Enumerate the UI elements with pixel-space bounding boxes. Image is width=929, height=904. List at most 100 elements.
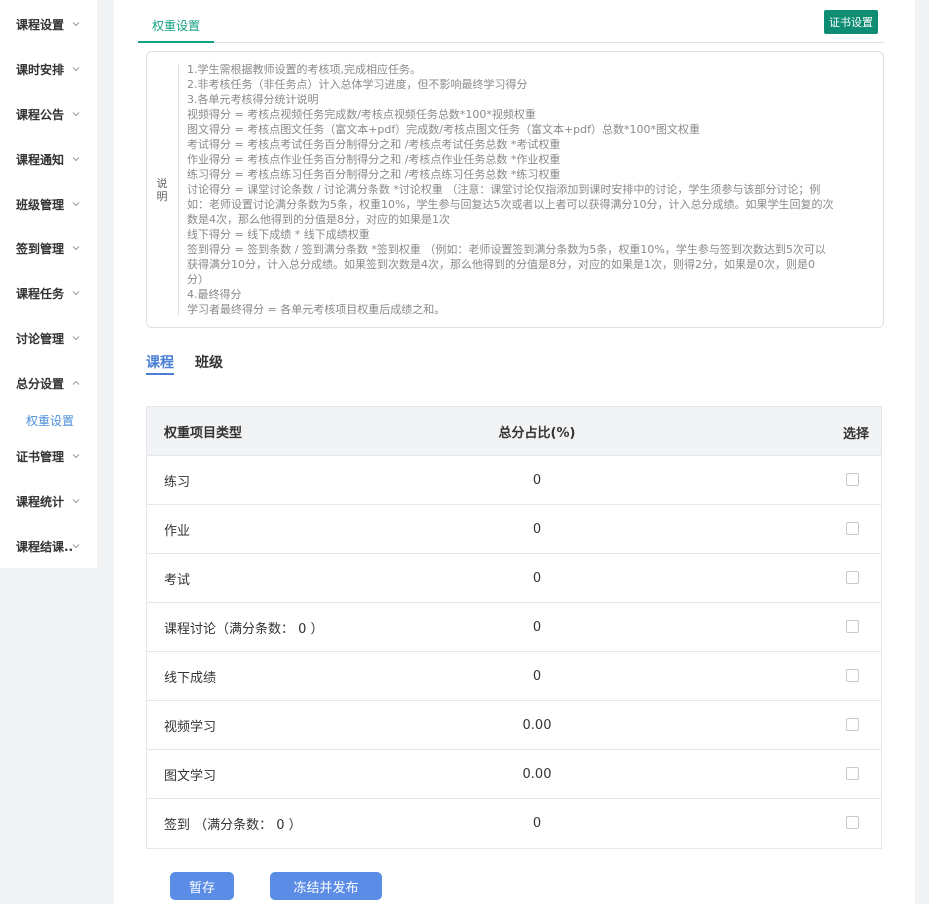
table-row: 课程讨论（满分条数： 0 ） 0 (147, 603, 881, 652)
row-ratio: 0 (532, 570, 542, 586)
row-checkbox[interactable] (846, 767, 859, 780)
description-line: 讨论得分 = 课堂讨论条数 / 讨论满分条数 *讨论权重 （注意：课堂讨论仅指添… (187, 183, 821, 196)
table-row: 线下成绩 0 (147, 652, 881, 701)
chevron-down-icon (72, 202, 80, 207)
sidebar-item-label: 课程通知 (16, 152, 65, 167)
row-checkbox[interactable] (846, 816, 859, 829)
description-line: 如：老师设置讨论满分条数为5条，权重10%，学生参与回复达5次或者以上者可以获得… (187, 198, 834, 211)
sidebar-item-certificate[interactable]: 证书管理 (0, 441, 97, 471)
sidebar-item-label: 讨论管理 (16, 331, 65, 346)
table-row: 考试 0 (147, 554, 881, 603)
description-line: 线下得分 = 线下成绩 * 线下成绩权重 (187, 228, 370, 241)
row-ratio: 0 (532, 668, 542, 684)
chevron-down-icon (72, 22, 80, 27)
tab-course[interactable]: 课程 (146, 352, 174, 375)
tab-bar: 权重设置 (138, 10, 884, 43)
row-checkbox[interactable] (846, 522, 859, 535)
sidebar-item-schedule[interactable]: 课时安排 (0, 54, 97, 84)
sidebar-item-label: 课程任务 (16, 286, 65, 301)
sidebar-item-notification[interactable]: 课程通知 (0, 144, 97, 174)
sidebar-item-class-management[interactable]: 班级管理 (0, 189, 97, 219)
sidebar-item-statistics[interactable]: 课程统计 (0, 486, 97, 516)
row-type: 课程讨论（满分条数： 0 ） (164, 621, 324, 637)
row-ratio: 0 (532, 619, 542, 635)
sidebar-item-label: 总分设置 (16, 376, 65, 391)
sidebar-item-label: 课程公告 (16, 107, 65, 122)
divider (178, 65, 179, 316)
row-type: 签到 （满分条数： 0 ） (164, 818, 302, 833)
select-cell (637, 554, 881, 602)
sidebar-item-label: 课程结课... (16, 539, 72, 554)
sidebar-item-label: 签到管理 (16, 241, 65, 256)
sidebar-item-label: 课程统计 (16, 494, 65, 509)
table-row: 签到 （满分条数： 0 ） 0 (147, 799, 881, 848)
row-ratio: 0.00 (522, 766, 552, 782)
sidebar-item-course-completion[interactable]: 课程结课... (0, 531, 97, 561)
tab-class[interactable]: 班级 (195, 352, 223, 372)
chevron-down-icon (72, 499, 80, 504)
chevron-down-icon (72, 291, 80, 296)
save-draft-button[interactable]: 暂存 (170, 872, 234, 900)
sidebar: 课程设置 课时安排 课程公告 课程通知 班级管理 签到管理 课程任务 讨论管理 … (0, 0, 97, 568)
description-line: 分） (187, 273, 209, 286)
sidebar-item-label: 课时安排 (16, 62, 65, 77)
sidebar-item-discussion[interactable]: 讨论管理 (0, 323, 97, 353)
sidebar-subitem-weight-settings[interactable]: 权重设置 (26, 412, 74, 429)
description-line: 作业得分 = 考核点作业任务百分制得分之和 /考核点作业任务总数 *作业权重 (187, 153, 561, 166)
header-select: 选择 (842, 427, 869, 442)
select-cell (637, 750, 881, 798)
chevron-down-icon (72, 336, 80, 341)
row-ratio: 0 (532, 521, 542, 537)
description-box: 说明 1.学生需根据教师设置的考核项,完成相应任务。 2.非考核任务（非任务点）… (146, 51, 884, 328)
chevron-down-icon (72, 112, 80, 117)
sidebar-item-announcement[interactable]: 课程公告 (0, 99, 97, 129)
select-cell (637, 799, 881, 848)
row-checkbox[interactable] (846, 473, 859, 486)
header-ratio: 总分占比(%) (498, 425, 576, 441)
description-label: 说明 (156, 177, 168, 203)
description-line: 练习得分 = 考核点练习任务百分制得分之和 /考核点练习任务总数 *练习权重 (187, 168, 561, 181)
row-checkbox[interactable] (846, 620, 859, 633)
select-cell (637, 652, 881, 700)
description-line: 3.各单元考核得分统计说明 (187, 93, 319, 106)
description-text: 1.学生需根据教师设置的考核项,完成相应任务。 2.非考核任务（非任务点）计入总… (187, 62, 847, 317)
main-panel: 权重设置 证书设置 说明 1.学生需根据教师设置的考核项,完成相应任务。 2.非… (114, 0, 915, 904)
row-checkbox[interactable] (846, 571, 859, 584)
description-line: 4.最终得分 (187, 288, 242, 301)
tab-weight-settings[interactable]: 权重设置 (138, 10, 214, 43)
sidebar-item-score-settings[interactable]: 总分设置 (0, 368, 97, 398)
description-line: 获得满分10分，计入总分成绩。如果签到次数是4次，那么他得到的分值是8分，对应的… (187, 258, 815, 271)
row-type: 作业 (164, 523, 191, 539)
row-type: 图文学习 (164, 768, 217, 784)
weight-table: 权重项目类型 总分占比(%) 选择 练习 0 作业 0 考试 0 课程讨论（满分… (146, 406, 882, 849)
sidebar-item-course-settings[interactable]: 课程设置 (0, 9, 97, 39)
description-line: 2.非考核任务（非任务点）计入总体学习进度，但不影响最终学习得分 (187, 78, 528, 91)
row-type: 练习 (164, 474, 191, 490)
description-line: 数是4次，那么他得到的分值是8分，对应的如果是1次 (187, 213, 450, 226)
chevron-down-icon (72, 157, 80, 162)
table-row: 作业 0 (147, 505, 881, 554)
description-line: 考试得分 = 考核点考试任务百分制得分之和 /考核点考试任务总数 *考试权重 (187, 138, 561, 151)
description-line: 图文得分 = 考核点图文任务（富文本+pdf）完成数/考核点图文任务（富文本+p… (187, 123, 701, 136)
sidebar-item-tasks[interactable]: 课程任务 (0, 278, 97, 308)
chevron-down-icon (72, 246, 80, 251)
chevron-up-icon (72, 380, 80, 385)
row-checkbox[interactable] (846, 718, 859, 731)
select-cell (637, 603, 881, 651)
description-line: 1.学生需根据教师设置的考核项,完成相应任务。 (187, 63, 421, 76)
table-row: 视频学习 0.00 (147, 701, 881, 750)
header-select-cell: 选择 (637, 407, 881, 455)
freeze-publish-button[interactable]: 冻结并发布 (270, 872, 382, 900)
chevron-down-icon (72, 544, 80, 549)
sidebar-item-label: 班级管理 (16, 197, 65, 212)
select-cell (637, 701, 881, 749)
description-line: 视频得分 = 考核点视频任务完成数/考核点视频任务总数*100*视频权重 (187, 108, 536, 121)
description-line: 签到得分 = 签到条数 / 签到满分条数 *签到权重 （例如：老师设置签到满分条… (187, 243, 826, 256)
sidebar-item-attendance[interactable]: 签到管理 (0, 233, 97, 263)
sidebar-item-label: 证书管理 (16, 449, 65, 464)
select-cell (637, 456, 881, 504)
certificate-settings-button[interactable]: 证书设置 (824, 10, 878, 34)
row-ratio: 0 (532, 472, 542, 488)
row-checkbox[interactable] (846, 669, 859, 682)
row-type: 视频学习 (164, 719, 217, 735)
